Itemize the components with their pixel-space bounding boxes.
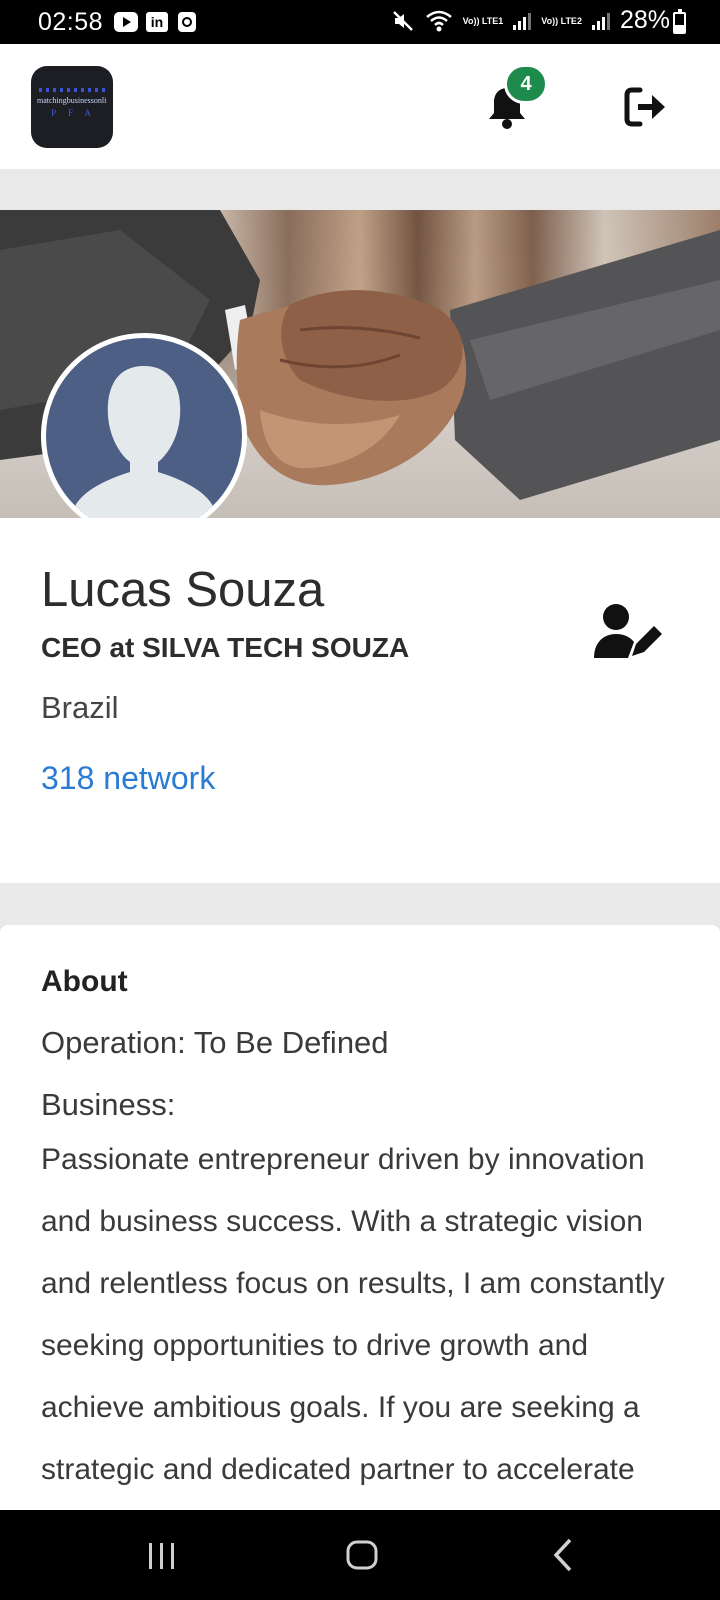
edit-profile-button[interactable]: [592, 602, 662, 662]
network-label-2: Vo)) LTE2: [541, 15, 582, 26]
home-button[interactable]: [302, 1510, 422, 1600]
about-operation: Operation: To Be Defined: [41, 1025, 389, 1060]
logo-text: matchingbusinessonline: [37, 96, 107, 105]
home-icon: [346, 1540, 378, 1570]
linkedin-icon: in: [146, 12, 168, 32]
logout-button[interactable]: [622, 84, 670, 130]
profile-card: Lucas Souza CEO at SILVA TECH SOUZA Braz…: [0, 518, 720, 883]
signal-icon: [591, 12, 610, 30]
logo-subtext: PFA: [51, 108, 103, 118]
battery-percent: 28%: [619, 6, 670, 34]
app-bar: matchingbusinessonline PFA 4: [0, 44, 720, 169]
mute-icon: [391, 9, 415, 33]
status-time: 02:58: [38, 8, 104, 36]
about-heading: About: [41, 965, 128, 998]
wifi-icon: [425, 9, 453, 33]
network-label-1: Vo)) LTE1: [462, 15, 504, 26]
logout-icon: [624, 87, 665, 127]
back-icon: [553, 1538, 572, 1572]
network-link[interactable]: 318 network: [41, 760, 215, 797]
app-logo[interactable]: matchingbusinessonline PFA: [31, 66, 113, 148]
user-edit-icon: [594, 604, 662, 658]
profile-title: CEO at SILVA TECH SOUZA: [41, 632, 410, 663]
status-bar: 02:58 in Vo)) LTE1 Vo)) LTE2 28%: [0, 0, 720, 44]
profile-name: Lucas Souza: [41, 563, 325, 617]
profile-country: Brazil: [41, 690, 119, 725]
recents-button[interactable]: [102, 1510, 222, 1600]
about-bio: Passionate entrepreneur driven by innova…: [41, 1143, 665, 1486]
logo-decoration: [39, 88, 105, 92]
profile-avatar[interactable]: [41, 333, 247, 539]
battery-icon: [673, 9, 686, 34]
user-silhouette-icon: [74, 366, 214, 534]
status-indicators: Vo)) LTE1 Vo)) LTE2 28%: [391, 6, 670, 35]
youtube-icon: [114, 12, 138, 32]
back-button[interactable]: [504, 1510, 624, 1600]
about-business: Business:: [41, 1087, 176, 1122]
system-nav-bar: [0, 1510, 720, 1600]
recents-icon: [149, 1543, 174, 1569]
notification-badge: 4: [504, 64, 548, 104]
about-card: About Operation: To Be Defined Business:…: [0, 925, 720, 1515]
calendar-icon: [178, 12, 196, 32]
signal-icon: [513, 12, 532, 30]
